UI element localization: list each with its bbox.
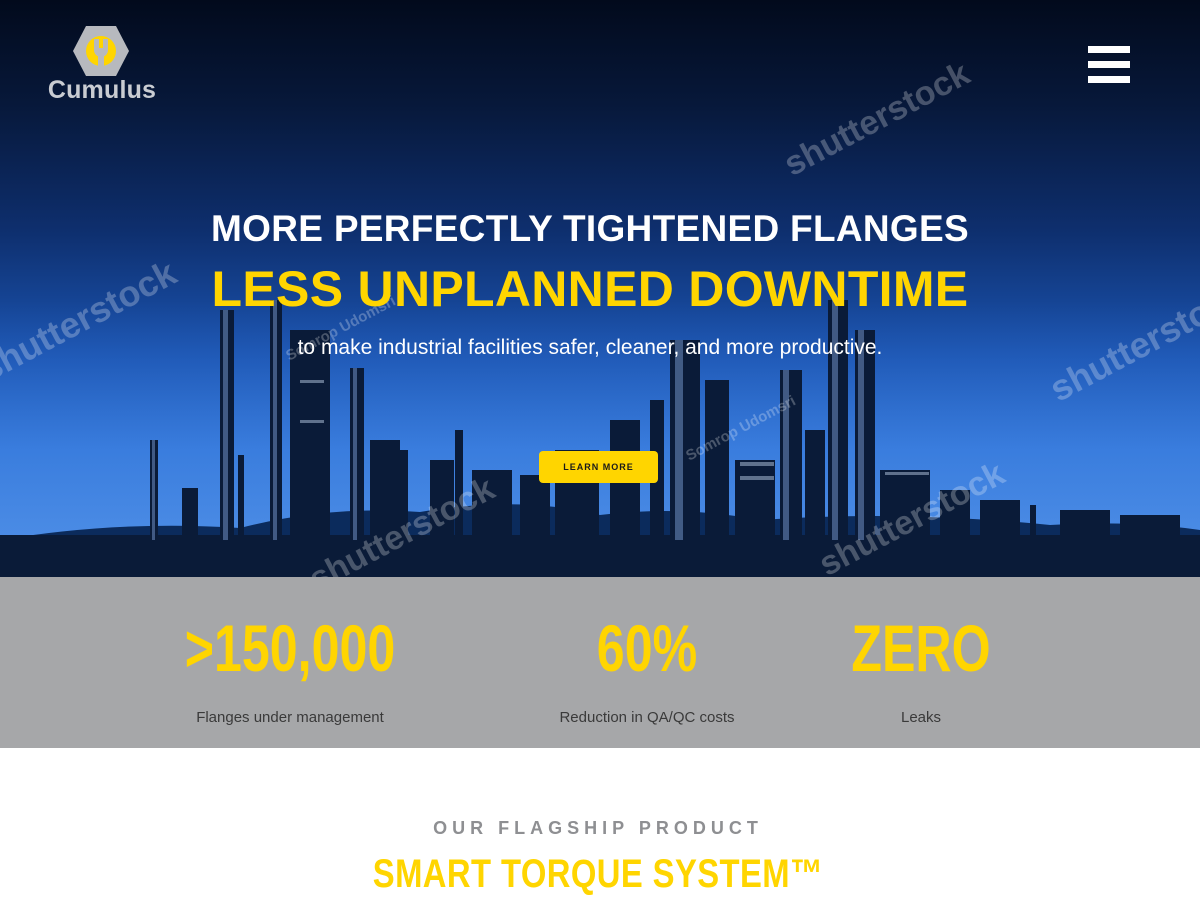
product-title: SMART TORQUE SYSTEM™	[372, 852, 824, 896]
stat-value: ZERO	[851, 611, 991, 685]
hero-section: shutterstock shutterstock shutterstock s…	[0, 0, 1200, 577]
stat-flanges: >150,000 Flanges under management	[150, 577, 430, 726]
flagship-product-section: OUR FLAGSHIP PRODUCT SMART TORQUE SYSTEM…	[0, 748, 1200, 900]
stat-qaqc-reduction: 60% Reduction in QA/QC costs	[517, 577, 777, 726]
learn-more-button[interactable]: LEARN MORE	[539, 451, 658, 483]
hero-headline-primary: MORE PERFECTLY TIGHTENED FLANGES	[211, 208, 969, 249]
brand-logo[interactable]: Cumulus	[44, 24, 156, 108]
stat-label: Reduction in QA/QC costs	[559, 709, 735, 726]
brand-name: Cumulus	[47, 76, 157, 104]
stat-label: Leaks	[900, 709, 942, 726]
stat-label: Flanges under management	[196, 709, 384, 726]
hex-wrench-icon	[73, 26, 129, 76]
section-eyebrow: OUR FLAGSHIP PRODUCT	[433, 818, 763, 838]
hamburger-menu-icon[interactable]	[1088, 46, 1130, 84]
stat-leaks: ZERO Leaks	[821, 577, 1021, 726]
hero-headline-secondary: LESS UNPLANNED DOWNTIME	[211, 261, 969, 317]
hero-subheadline: to make industrial facilities safer, cle…	[297, 336, 883, 359]
stat-value: >150,000	[184, 611, 396, 685]
stat-value: 60%	[596, 611, 698, 685]
stats-section: >150,000 Flanges under management 60% Re…	[0, 577, 1200, 748]
